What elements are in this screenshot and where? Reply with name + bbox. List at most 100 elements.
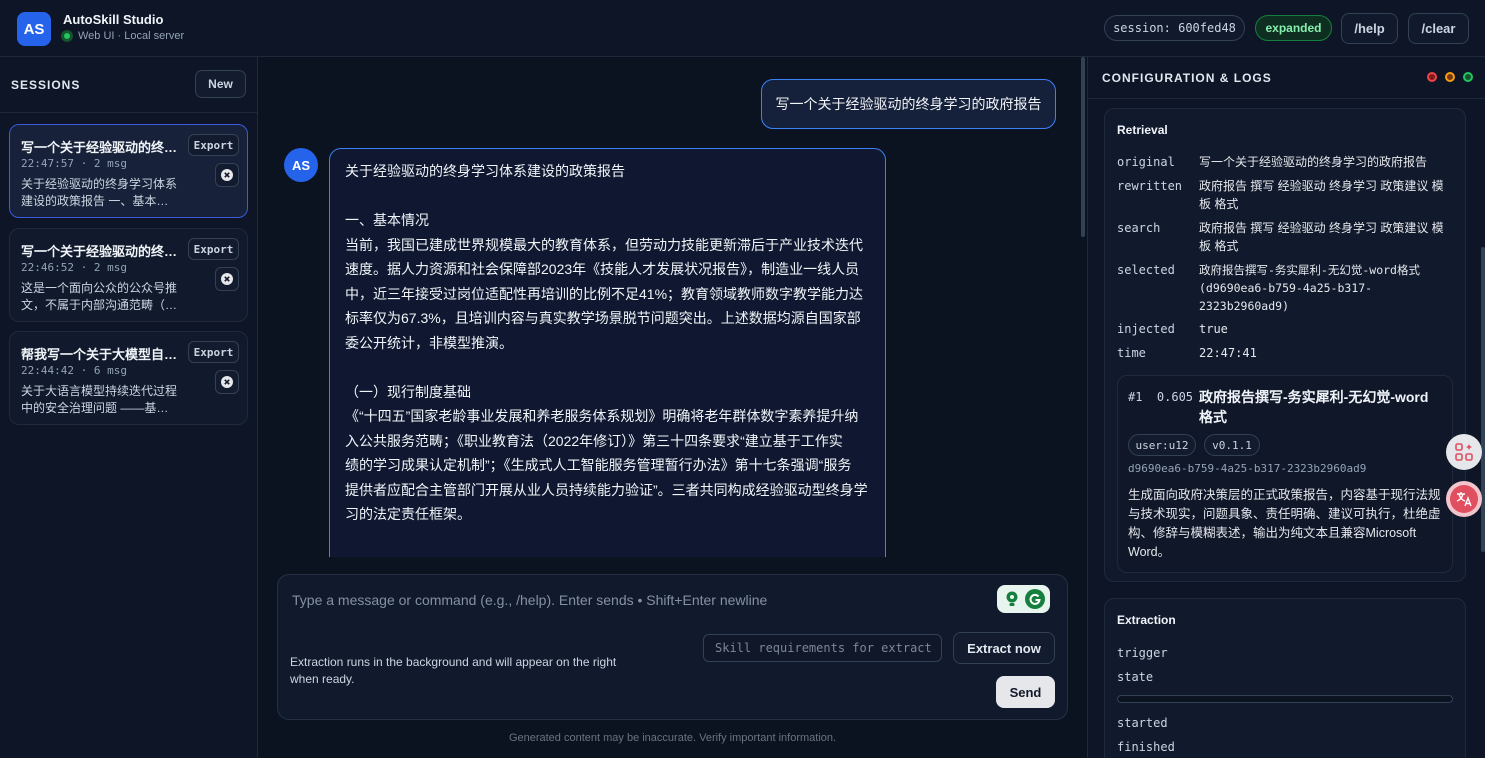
hit-id: d9690ea6-b759-4a25-b317-2323b2960ad9 — [1128, 462, 1367, 475]
section-heading: 一、基本情况 — [345, 212, 429, 228]
message-input[interactable]: Type a message or command (e.g., /help).… — [292, 592, 992, 608]
session-item[interactable]: 写一个关于经验驱动的终身学习的政府报告 22:47:57 · 2 msg 关于经… — [9, 124, 248, 218]
kv-key: time — [1117, 346, 1146, 360]
export-session-button[interactable]: Export — [188, 134, 239, 156]
app-subtitle: Web UI · Local server — [78, 30, 185, 42]
report-title: 关于经验驱动的终身学习体系建设的政策报告 — [345, 163, 625, 179]
hit-score: 0.605 — [1156, 390, 1194, 404]
user-message: 写一个关于经验驱动的终身学习的政府报告 — [761, 79, 1056, 129]
red-dot-icon — [1427, 72, 1437, 82]
message-list[interactable]: 写一个关于经验驱动的终身学习的政府报告 AS 关于经验驱动的终身学习体系建设的政… — [259, 57, 1086, 557]
session-item[interactable]: 写一个关于经验驱动的终身学习的政府报告 22:46:52 · 2 msg 这是一… — [9, 228, 248, 322]
hit-description: 生成面向政府决策层的正式政策报告，内容基于现行法规与技术现实，问题具象、责任明确… — [1128, 488, 1441, 559]
online-status-icon — [61, 30, 73, 42]
kv-key: selected — [1117, 263, 1175, 277]
session-preview-line: 关于经验驱动的终身学习体系 — [21, 177, 178, 191]
amber-dot-icon — [1445, 72, 1455, 82]
disclaimer: Generated content may be inaccurate. Ver… — [508, 732, 837, 744]
mode-badge: expanded — [1255, 15, 1332, 41]
kv-value: 22:47:41 — [1199, 346, 1257, 360]
kv-key: rewritten — [1117, 179, 1183, 193]
kv-key: trigger — [1117, 646, 1168, 660]
report-line: 提供者应配合主管部门开展从业人员持续能力验证”。三者共同构成经验驱动型终身学 — [345, 481, 868, 498]
session-preview-line: 文，不属于内部沟通范畴（… — [21, 298, 178, 312]
top-bar: AS AutoSkill Studio Web UI · Local serve… — [0, 0, 1485, 57]
retrieval-title: Retrieval — [1117, 123, 1168, 137]
panel-scrollbar[interactable] — [1481, 247, 1485, 552]
delete-session-button[interactable] — [215, 370, 239, 394]
report-line: 当前，我国已建成世界规模最大的教育体系，但劳动力技能更新滞后于产业技术迭代 — [345, 236, 863, 253]
kv-value: 政府报告撰写-务实犀利-无幻觉-word格式 (d9690ea6-b759-4a… — [1199, 263, 1420, 313]
panel-divider — [1088, 98, 1485, 99]
translate-icon — [1450, 485, 1478, 513]
sidebar-divider — [0, 112, 258, 113]
session-title: 写一个关于经验驱动的终身学习的政府报告 — [21, 140, 181, 155]
grammarly-icon — [1025, 589, 1046, 609]
section-heading: （一）现行制度基础 — [345, 383, 471, 400]
clear-button[interactable]: /clear — [1408, 13, 1469, 44]
session-preview-line: 中的安全治理问题 ——基… — [21, 401, 169, 415]
report-line: 《“十四五”国家老龄事业发展和养老服务体系规划》明确将老年群体数字素养提升纳 — [345, 408, 859, 424]
report-line: 入公共服务范畴；《职业教育法（2022年修订）》第三十四条要求“建立基于工作实 — [345, 432, 843, 449]
delete-session-button[interactable] — [215, 267, 239, 291]
bulb-icon — [1002, 589, 1022, 609]
session-meta: 22:44:42 · 6 msg — [21, 364, 127, 377]
new-session-button[interactable]: New — [195, 70, 246, 98]
extraction-progress-bar — [1117, 695, 1453, 703]
apps-icon — [1455, 443, 1473, 461]
assistant-message: 关于经验驱动的终身学习体系建设的政策报告 一、基本情况 当前，我国已建成世界规模… — [329, 148, 886, 557]
export-session-button[interactable]: Export — [188, 238, 239, 260]
session-id-badge: session: 600fed48 — [1104, 15, 1245, 41]
grammarly-widget[interactable] — [997, 585, 1050, 613]
chat-area: 写一个关于经验驱动的终身学习的政府报告 AS 关于经验驱动的终身学习体系建设的政… — [259, 57, 1086, 758]
kv-key: finished — [1117, 740, 1175, 754]
assistant-avatar: AS — [284, 148, 318, 182]
chat-scrollbar[interactable] — [1081, 57, 1085, 237]
delete-session-button[interactable] — [215, 163, 239, 187]
session-item[interactable]: 帮我写一个关于大模型自我进化的报告 22:44:42 · 6 msg 关于大语言… — [9, 331, 248, 425]
translate-extension-button[interactable] — [1446, 481, 1482, 517]
hit-tag: v0.1.1 — [1204, 434, 1260, 456]
report-line: 速度。据人力资源和社会保障部2023年《技能人才发展状况报告》，制造业一线人员 — [345, 261, 860, 277]
panel-title: CONFIGURATION & LOGS — [1102, 71, 1272, 85]
hit-title: 政府报告撰写-务实犀利-无幻觉-word格式 — [1199, 389, 1429, 425]
sessions-title: SESSIONS — [11, 78, 81, 92]
config-logs-panel: CONFIGURATION & LOGS Retrieval original … — [1087, 57, 1485, 758]
report-line: 标率仅为67.3%，且培训内容与真实教学场景脱节问题突出。上述数据均源自国家部 — [345, 310, 861, 326]
kv-key: search — [1117, 221, 1161, 235]
extraction-title: Extraction — [1117, 613, 1176, 627]
extraction-card: Extraction trigger state started finishe… — [1104, 598, 1466, 758]
session-title: 帮我写一个关于大模型自我进化的报告 — [21, 347, 181, 362]
session-preview-line: 这是一个面向公众的公众号推 — [21, 281, 178, 295]
hit-tag: user:u12 — [1128, 434, 1196, 456]
report-line: 绩的学习成果认定机制”；《生成式人工智能服务管理暂行办法》第十七条强调“服务 — [345, 457, 852, 473]
sessions-sidebar: SESSIONS New 写一个关于经验驱动的终身学习的政府报告 22:47:5… — [0, 57, 258, 758]
kv-value: 政府报告 撰写 经验驱动 终身学习 政策建议 模板 格式 — [1199, 179, 1444, 211]
extract-now-button[interactable]: Extract now — [953, 632, 1055, 664]
skill-requirements-input[interactable]: Skill requirements for extract — [703, 634, 942, 662]
app-logo: AS — [17, 12, 51, 46]
session-preview: 关于大语言模型持续迭代过程 中的安全治理问题 ——基… — [21, 383, 191, 417]
help-button[interactable]: /help — [1341, 13, 1398, 44]
session-preview: 关于经验驱动的终身学习体系 建设的政策报告 一、基本… — [21, 176, 191, 210]
app-title: AutoSkill Studio — [63, 12, 164, 27]
kv-key: state — [1117, 670, 1154, 684]
kv-key: started — [1117, 716, 1168, 730]
session-preview: 这是一个面向公众的公众号推 文，不属于内部沟通范畴（… — [21, 280, 191, 314]
send-button[interactable]: Send — [996, 676, 1055, 708]
export-session-button[interactable]: Export — [188, 341, 239, 363]
apps-extension-button[interactable] — [1446, 434, 1482, 470]
kv-value: true — [1199, 322, 1228, 336]
session-title: 写一个关于经验驱动的终身学习的政府报告 — [21, 244, 181, 259]
report-line: 中，近三年接受过岗位适配性再培训的比例不足41%；教育领域教师数字教学能力达 — [345, 285, 864, 302]
retrieval-card: Retrieval original 写一个关于经验驱动的终身学习的政府报告 r… — [1104, 108, 1466, 582]
session-preview-line: 关于大语言模型持续迭代过程 — [21, 384, 178, 398]
server-status: Web UI · Local server — [61, 30, 184, 42]
kv-key: injected — [1117, 322, 1175, 336]
composer: Type a message or command (e.g., /help).… — [277, 574, 1068, 720]
kv-value: 写一个关于经验驱动的终身学习的政府报告 — [1199, 155, 1428, 169]
session-preview-line: 建设的政策报告 一、基本… — [21, 194, 169, 208]
session-meta: 22:46:52 · 2 msg — [21, 261, 127, 274]
retrieval-hit[interactable]: #1 0.605 政府报告撰写-务实犀利-无幻觉-word格式 user:u12… — [1117, 375, 1453, 573]
close-icon — [221, 376, 233, 388]
